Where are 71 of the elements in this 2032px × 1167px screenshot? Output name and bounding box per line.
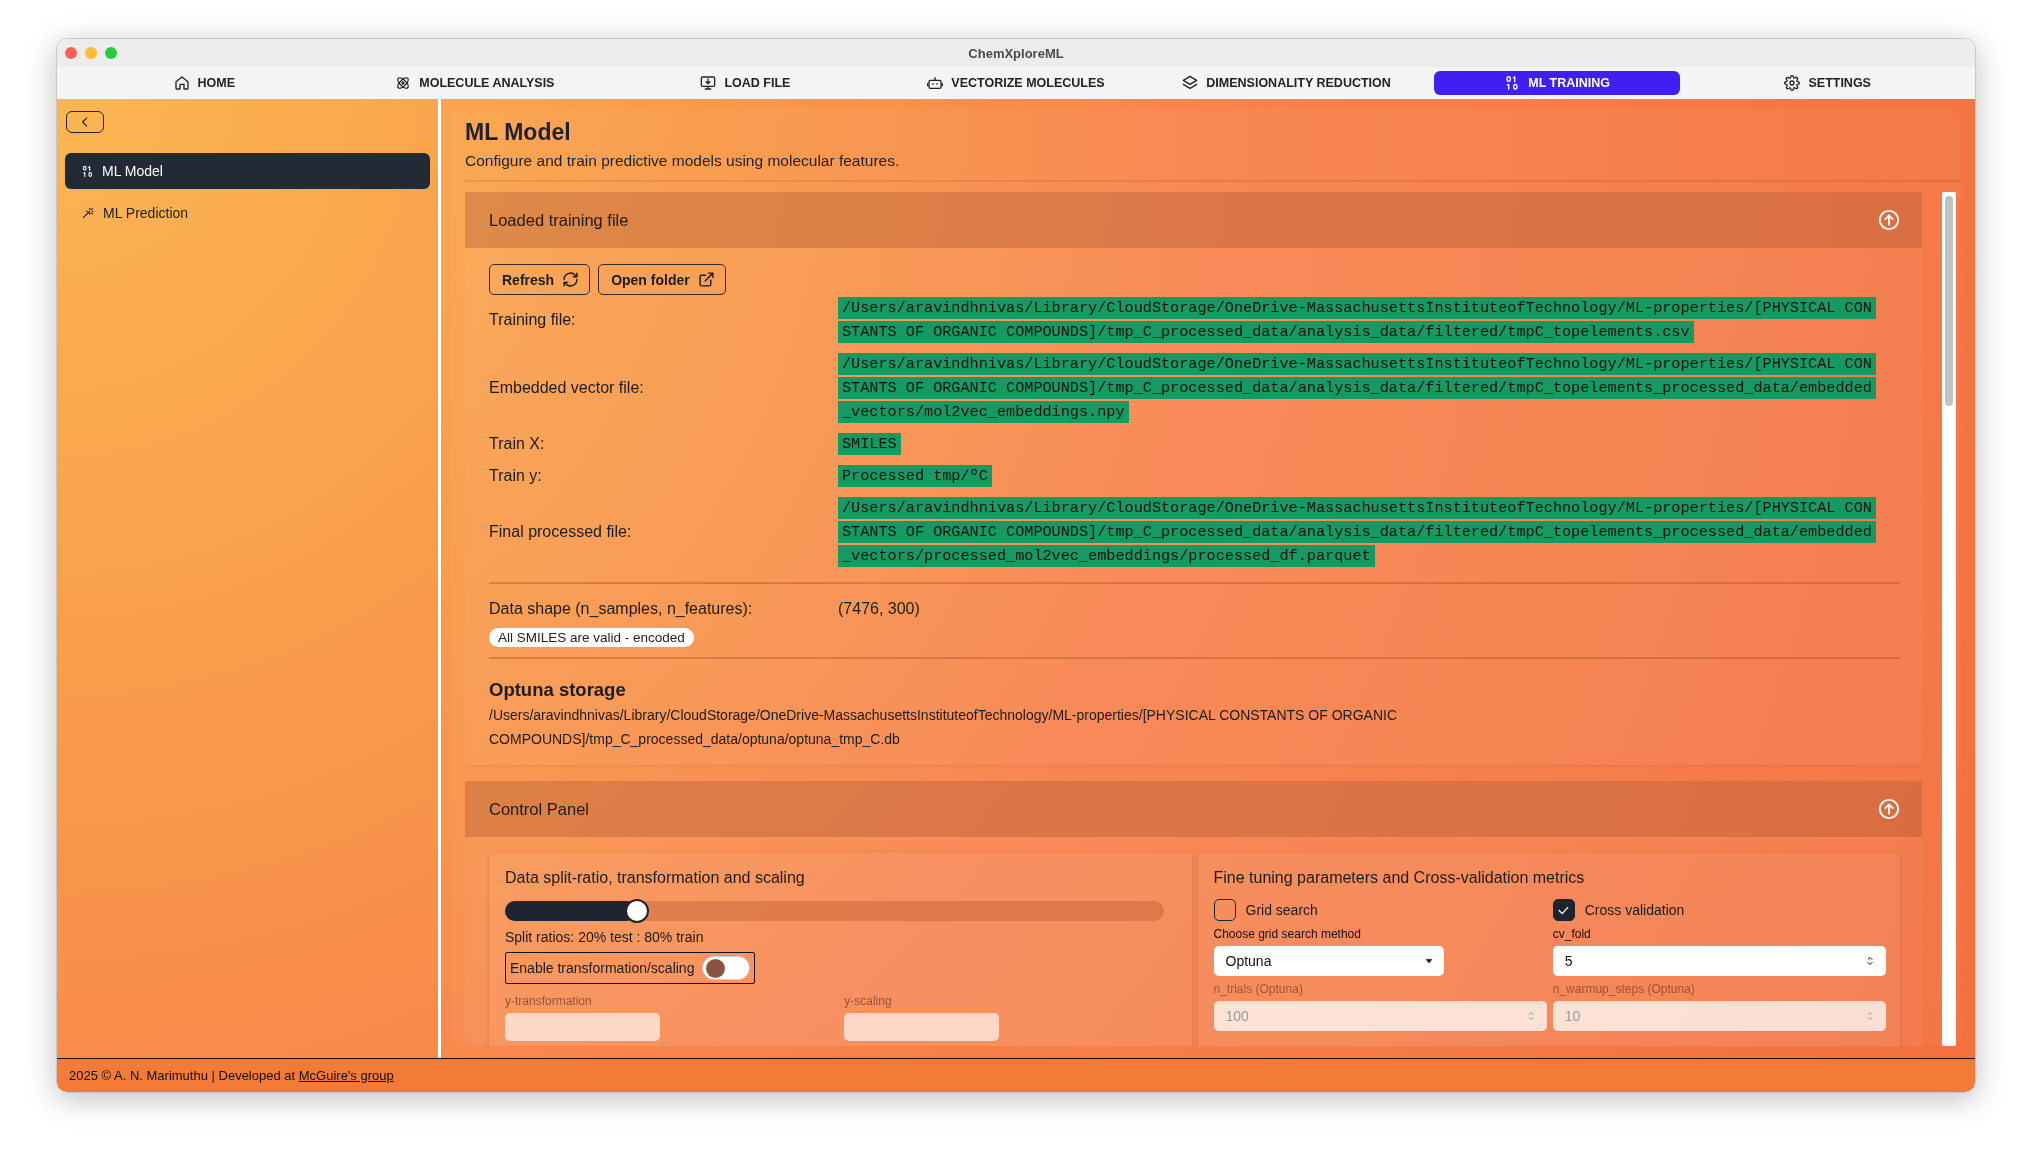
window-title: ChemXploreML bbox=[968, 45, 1064, 61]
path-value: /Users/aravindhnivas/Library/CloudStorage/OneDrive-MassachusettsInstituteofTechnology/ML-properties/[PHYSICAL CONSTANTS OF ORGANIC COMPOUNDS]/tmp_C_processed_data/analysis_data/filtered/tmpC_topelements_processed_data/embedded_vectors/mol2vec_embeddings.npy bbox=[838, 352, 1878, 424]
checkbox-label: Cross validation bbox=[1584, 902, 1685, 918]
refresh-icon bbox=[562, 271, 580, 288]
back-button[interactable] bbox=[66, 111, 104, 133]
data-shape-value: (7476, 300) bbox=[838, 600, 920, 618]
monitor-download-icon bbox=[700, 75, 717, 91]
panel-header[interactable]: Control Panel bbox=[465, 781, 1922, 837]
field-label: Training file: bbox=[489, 311, 576, 329]
field-label: y-scaling bbox=[844, 994, 892, 1008]
nav-tab[interactable]: MOLECULE ANALYSIS bbox=[381, 71, 569, 95]
field-label: n_trials (Optuna) bbox=[1213, 982, 1303, 996]
field-label: Final processed file: bbox=[489, 523, 632, 541]
nav-tab[interactable]: SETTINGS bbox=[1770, 71, 1885, 95]
nav-tab[interactable]: VECTORIZE MOLECULES bbox=[913, 71, 1119, 95]
checkbox[interactable] bbox=[1213, 899, 1236, 921]
storage-path: /Users/aravindhnivas/Library/CloudStorage/OneDrive-MassachusettsInstituteofTechnology/ML-properties/[PHYSICAL CONSTANTS OF ORGANIC COMPOUNDS]/tmp_C_processed_data/optuna/optuna_tmp_C.db bbox=[489, 706, 1398, 749]
split-slider[interactable] bbox=[505, 901, 1164, 921]
footer-text: 2025 © A. N. Marimuthu | Developed at McGuire's group bbox=[69, 1068, 394, 1083]
transformation-toggle[interactable]: Enable transformation/scaling bbox=[505, 952, 756, 984]
card-title: Fine tuning parameters and Cross-validation metrics bbox=[1213, 869, 1585, 887]
panel-button[interactable]: Refresh bbox=[489, 264, 591, 295]
field-label: cv_fold bbox=[1552, 927, 1591, 941]
panel-header[interactable]: Loaded training file bbox=[465, 192, 1922, 248]
checkbox-label: Grid search bbox=[1245, 902, 1318, 918]
sidebar-item[interactable]: ML Model bbox=[65, 153, 430, 189]
slider-thumb[interactable] bbox=[624, 899, 649, 923]
select-field[interactable] bbox=[505, 1013, 660, 1041]
path-value: Processed tmp/ºC bbox=[838, 464, 1878, 488]
sidebar-item[interactable]: ML Prediction bbox=[65, 195, 430, 231]
checkbox[interactable] bbox=[1552, 899, 1575, 921]
nav-tab[interactable]: ML TRAINING bbox=[1433, 71, 1681, 95]
page-title: ML Model bbox=[465, 118, 571, 146]
scrollbar[interactable] bbox=[1942, 192, 1956, 1046]
panel-button[interactable]: Open folder bbox=[598, 264, 726, 295]
path-value: /Users/aravindhnivas/Library/CloudStorage/OneDrive-MassachusettsInstituteofTechnology/ML-properties/[PHYSICAL CONSTANTS OF ORGANIC COMPOUNDS]/tmp_C_processed_data/analysis_data/filtered/tmpC_topelements.csv bbox=[838, 296, 1878, 344]
nav-tab[interactable]: DIMENSIONALITY REDUCTION bbox=[1168, 71, 1405, 95]
footer-link[interactable]: McGuire's group bbox=[298, 1068, 394, 1083]
external-link-icon bbox=[697, 271, 715, 288]
spinner-arrows-icon bbox=[1864, 955, 1876, 967]
field-label: y-transformation bbox=[505, 994, 592, 1008]
toggle-switch[interactable] bbox=[702, 956, 751, 980]
select-field[interactable] bbox=[844, 1013, 1000, 1041]
settings-icon bbox=[1784, 75, 1801, 91]
robot-icon bbox=[927, 75, 944, 91]
path-value: SMILES bbox=[838, 432, 1878, 456]
field-label: Data shape (n_samples, n_features): bbox=[489, 600, 753, 618]
field-label: Train y: bbox=[489, 467, 542, 485]
field-label: Embedded vector file: bbox=[489, 379, 644, 397]
nav-tab[interactable]: HOME bbox=[159, 71, 250, 95]
close-button[interactable] bbox=[65, 47, 77, 59]
field-label: Choose grid search method bbox=[1213, 927, 1361, 941]
split-ratio-text: Split ratios: 20% test : 80% train bbox=[505, 929, 704, 945]
magic-wand-icon bbox=[81, 206, 95, 220]
field-label: Train X: bbox=[489, 435, 545, 453]
status-badge: All SMILES are valid - encoded bbox=[489, 628, 694, 647]
nav-tab[interactable]: LOAD FILE bbox=[686, 71, 805, 95]
page-subtitle: Configure and train predictive models using molecular features. bbox=[465, 152, 900, 170]
dropdown-caret-icon bbox=[1423, 956, 1434, 966]
binary-icon bbox=[81, 164, 94, 178]
atom-icon bbox=[395, 75, 412, 91]
spinner-arrows-icon bbox=[1864, 1010, 1876, 1022]
path-value: /Users/aravindhnivas/Library/CloudStorage/OneDrive-MassachusettsInstituteofTechnology/ML-properties/[PHYSICAL CONSTANTS OF ORGANIC COMPOUNDS]/tmp_C_processed_data/analysis_data/filtered/tmpC_topelements_processed_data/embedded_vectors/processed_mol2vec_embeddings/processed_df.parquet bbox=[838, 496, 1878, 568]
section-title: Optuna storage bbox=[489, 679, 626, 701]
home-icon bbox=[173, 75, 190, 91]
select-field[interactable]: Optuna bbox=[1213, 946, 1444, 976]
layers-icon bbox=[1182, 75, 1199, 91]
number-field[interactable]: 5 bbox=[1552, 946, 1886, 976]
field-label: n_warmup_steps (Optuna) bbox=[1552, 982, 1695, 996]
card-title: Data split-ratio, transformation and scaling bbox=[505, 869, 805, 887]
binary-icon bbox=[1504, 75, 1521, 91]
